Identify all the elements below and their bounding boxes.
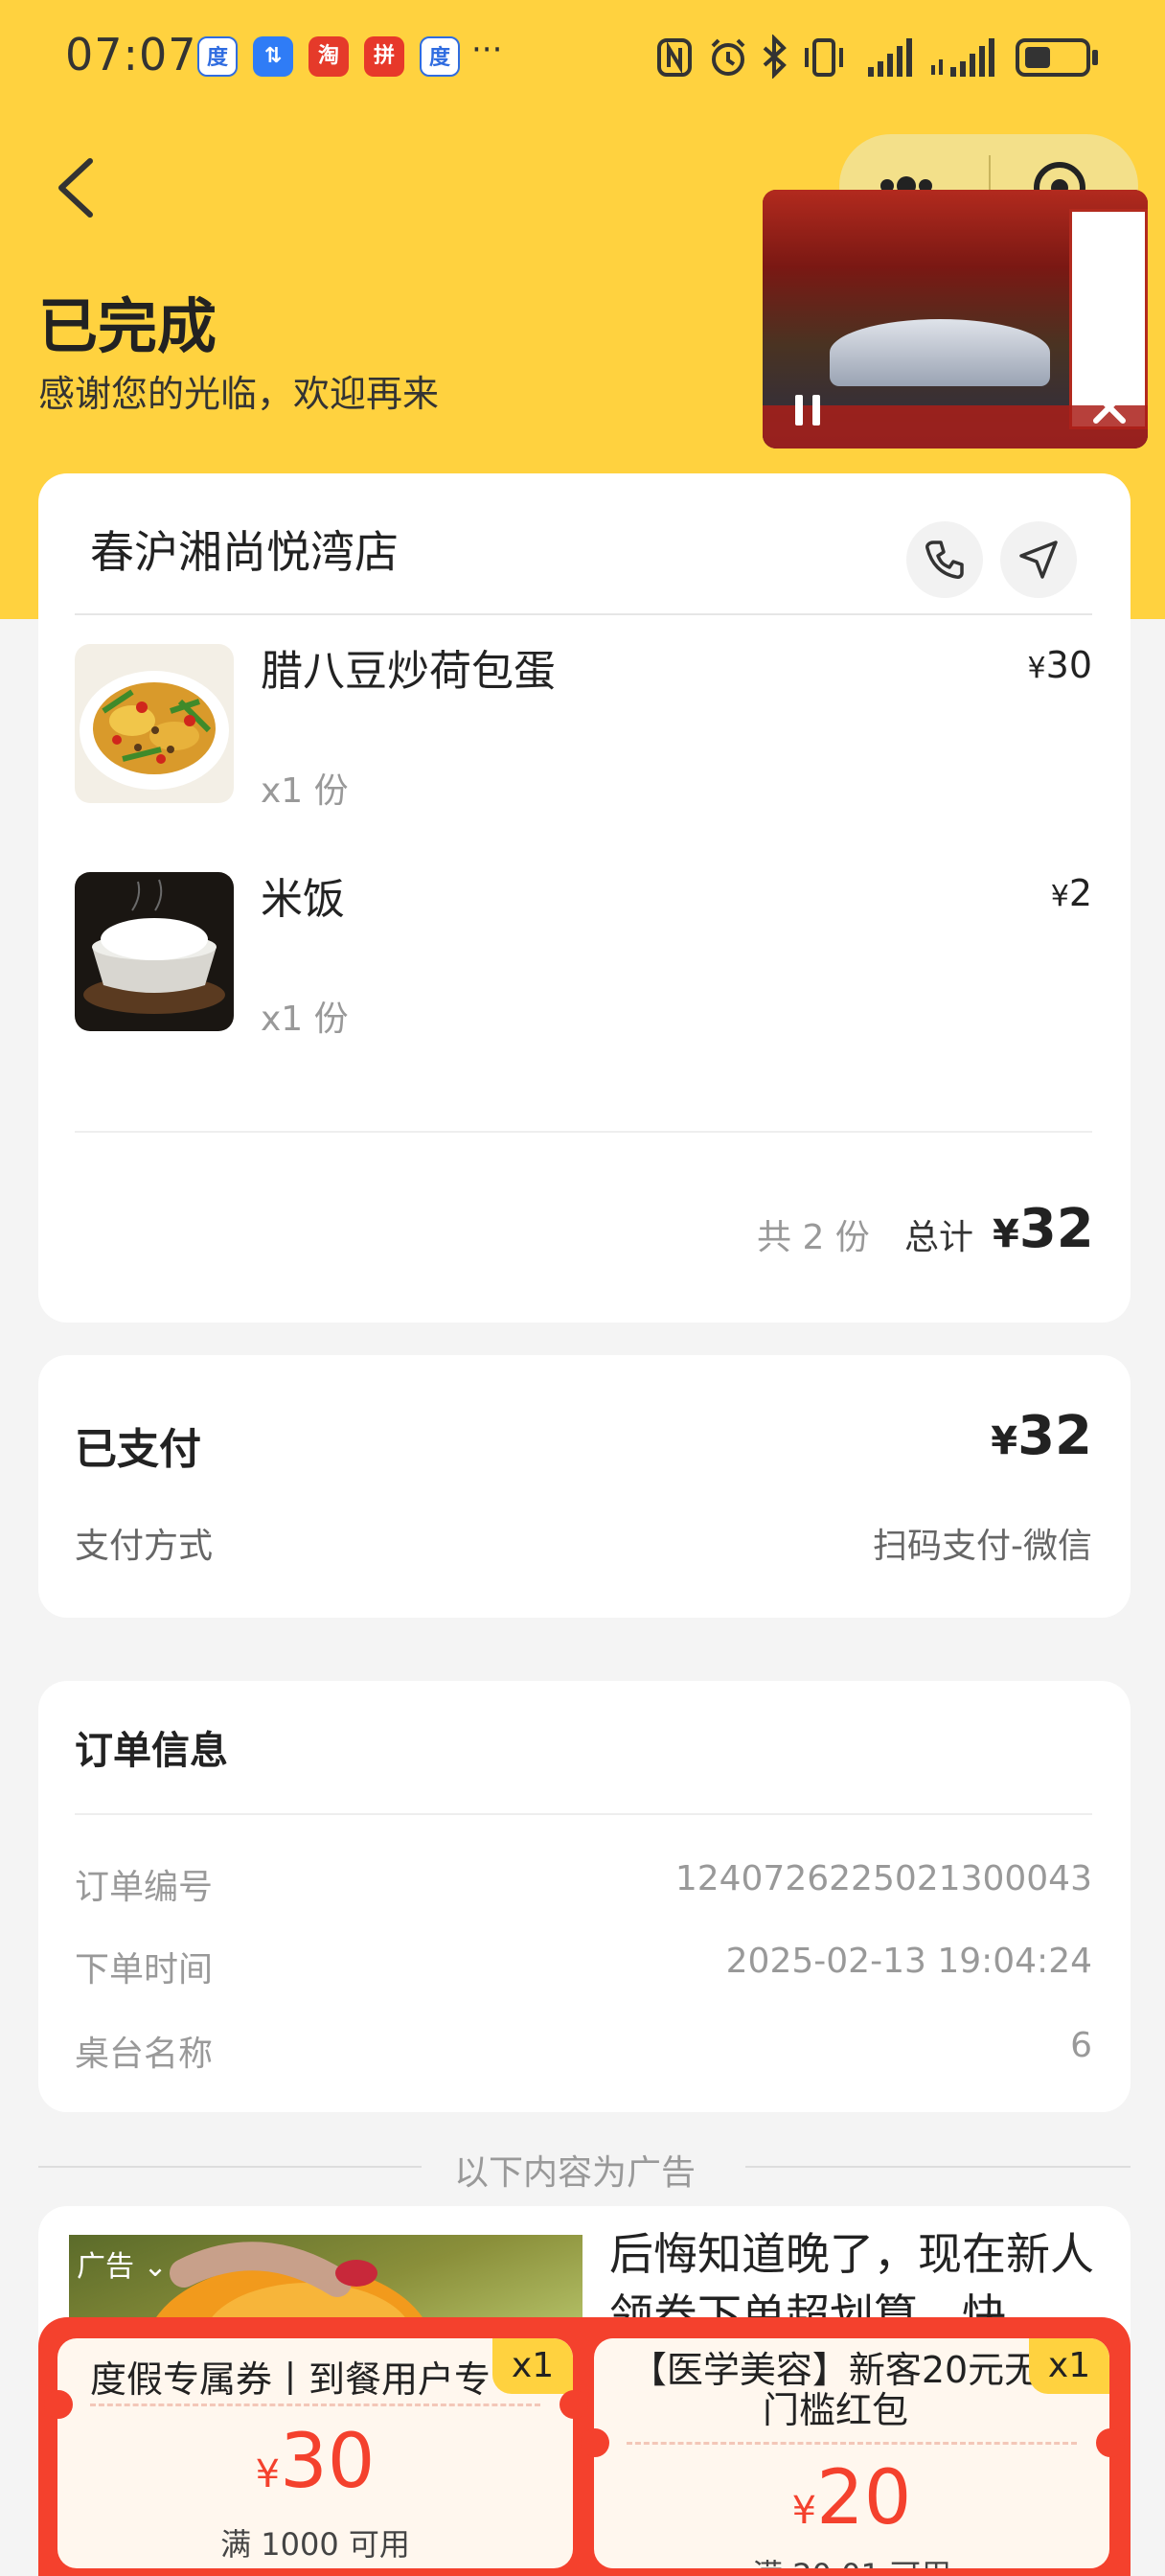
signal-icon [868, 38, 912, 77]
battery-icon [1016, 38, 1090, 77]
coupon-notch [581, 2428, 609, 2457]
nfc-icon [657, 38, 692, 77]
call-button[interactable] [906, 521, 983, 598]
more-notifications-icon: ··· [471, 31, 503, 69]
coupon-dashed-line [90, 2404, 540, 2406]
taobao-app-icon: 淘 [308, 36, 349, 77]
coupon-condition: 满 20.01 可用 [594, 2551, 1109, 2568]
coupon-amount: ¥30 [255, 2419, 376, 2505]
coupon-count-badge: x1 [492, 2338, 573, 2394]
coupon-card-1[interactable]: 度假专属券丨到餐用户专 x1 ¥30 满 1000 可用 [57, 2338, 573, 2568]
order-info-title: 订单信息 [75, 1729, 228, 1773]
coupon-notch [44, 2390, 73, 2419]
order-number-label: 订单编号 [75, 1868, 214, 1907]
order-time-value: 2025-02-13 19:04:24 [725, 1942, 1092, 1981]
back-button[interactable] [48, 153, 105, 222]
navigation-arrow-icon [1019, 540, 1058, 579]
total-amount: ¥32 [993, 1198, 1094, 1260]
bluetooth-icon [763, 34, 787, 79]
coupon-notch [560, 2390, 588, 2419]
navigate-button[interactable] [1000, 521, 1077, 598]
battery-tip [1092, 50, 1098, 65]
order-time-label: 下单时间 [75, 1950, 214, 1990]
coupon-amount: ¥20 [791, 2455, 912, 2542]
page-subtitle: 感谢您的光临，欢迎再来 [38, 373, 440, 415]
pause-icon[interactable] [791, 391, 824, 429]
baidu-app-icon: 度 [197, 36, 238, 77]
item-price: ¥2 [1050, 872, 1092, 914]
ad-divider-line-left [38, 2166, 422, 2168]
payment-status: 已支付 [75, 1425, 201, 1474]
item-quantity: x1 份 [261, 1000, 349, 1039]
coupon-title: 度假专属券丨到餐用户专 [90, 2358, 491, 2401]
table-name-value: 6 [1070, 2026, 1092, 2065]
item-price: ¥30 [1027, 644, 1092, 686]
item-name: 腊八豆炒荷包蛋 [261, 647, 556, 696]
payment-card [38, 1355, 1131, 1618]
ad-divider-text: 以下内容为广告 [454, 2153, 697, 2193]
alarm-icon [711, 38, 745, 76]
store-name: 春沪湘尚悦湾店 [90, 526, 399, 578]
floating-video-player[interactable] [763, 190, 1148, 448]
pdd-app-icon: 拼 [364, 36, 404, 77]
paid-amount: ¥32 [991, 1405, 1092, 1467]
sort-app-icon: ⇅ [253, 36, 293, 77]
order-info-divider [75, 1813, 1092, 1815]
coupon-notch [1096, 2428, 1125, 2457]
item-count: 共 2 份 [757, 1218, 870, 1257]
coupon-condition: 满 1000 可用 [220, 2526, 410, 2563]
coupon-title: 【医学美容】新客20元无门槛红包 [629, 2350, 1041, 2430]
item-image-dish[interactable] [75, 644, 234, 803]
item-image-rice[interactable] [75, 872, 234, 1031]
baidu-map-app-icon: 度 [420, 36, 460, 77]
coupon-card-2[interactable]: 【医学美容】新客20元无门槛红包 x1 ¥20 满 20.01 可用 [594, 2338, 1109, 2568]
total-label: 总计 [904, 1218, 974, 1257]
video-news-desk [830, 319, 1050, 386]
item-quantity: x1 份 [261, 771, 349, 811]
payment-method-label: 支付方式 [75, 1527, 214, 1566]
order-number-value[interactable]: 1240726225021300043 [613, 1859, 1092, 1898]
vibrate-icon [805, 38, 843, 77]
coupon-count-badge: x1 [1029, 2338, 1109, 2394]
store-divider [75, 613, 1092, 615]
signal-2-icon [931, 38, 994, 77]
payment-method-value: 扫码支付-微信 [873, 1527, 1092, 1566]
close-video-icon[interactable] [1088, 386, 1131, 428]
item-name: 米饭 [261, 875, 345, 924]
coupon-dashed-line [627, 2442, 1077, 2445]
ad-tag[interactable]: 广告 ⌄ [77, 2242, 168, 2285]
page-title: 已完成 [38, 291, 217, 361]
ad-divider-line-right [745, 2166, 1131, 2168]
table-name-label: 桌台名称 [75, 2035, 214, 2074]
status-time: 07:07 [65, 29, 197, 80]
items-divider [75, 1131, 1092, 1133]
phone-icon [925, 540, 964, 579]
